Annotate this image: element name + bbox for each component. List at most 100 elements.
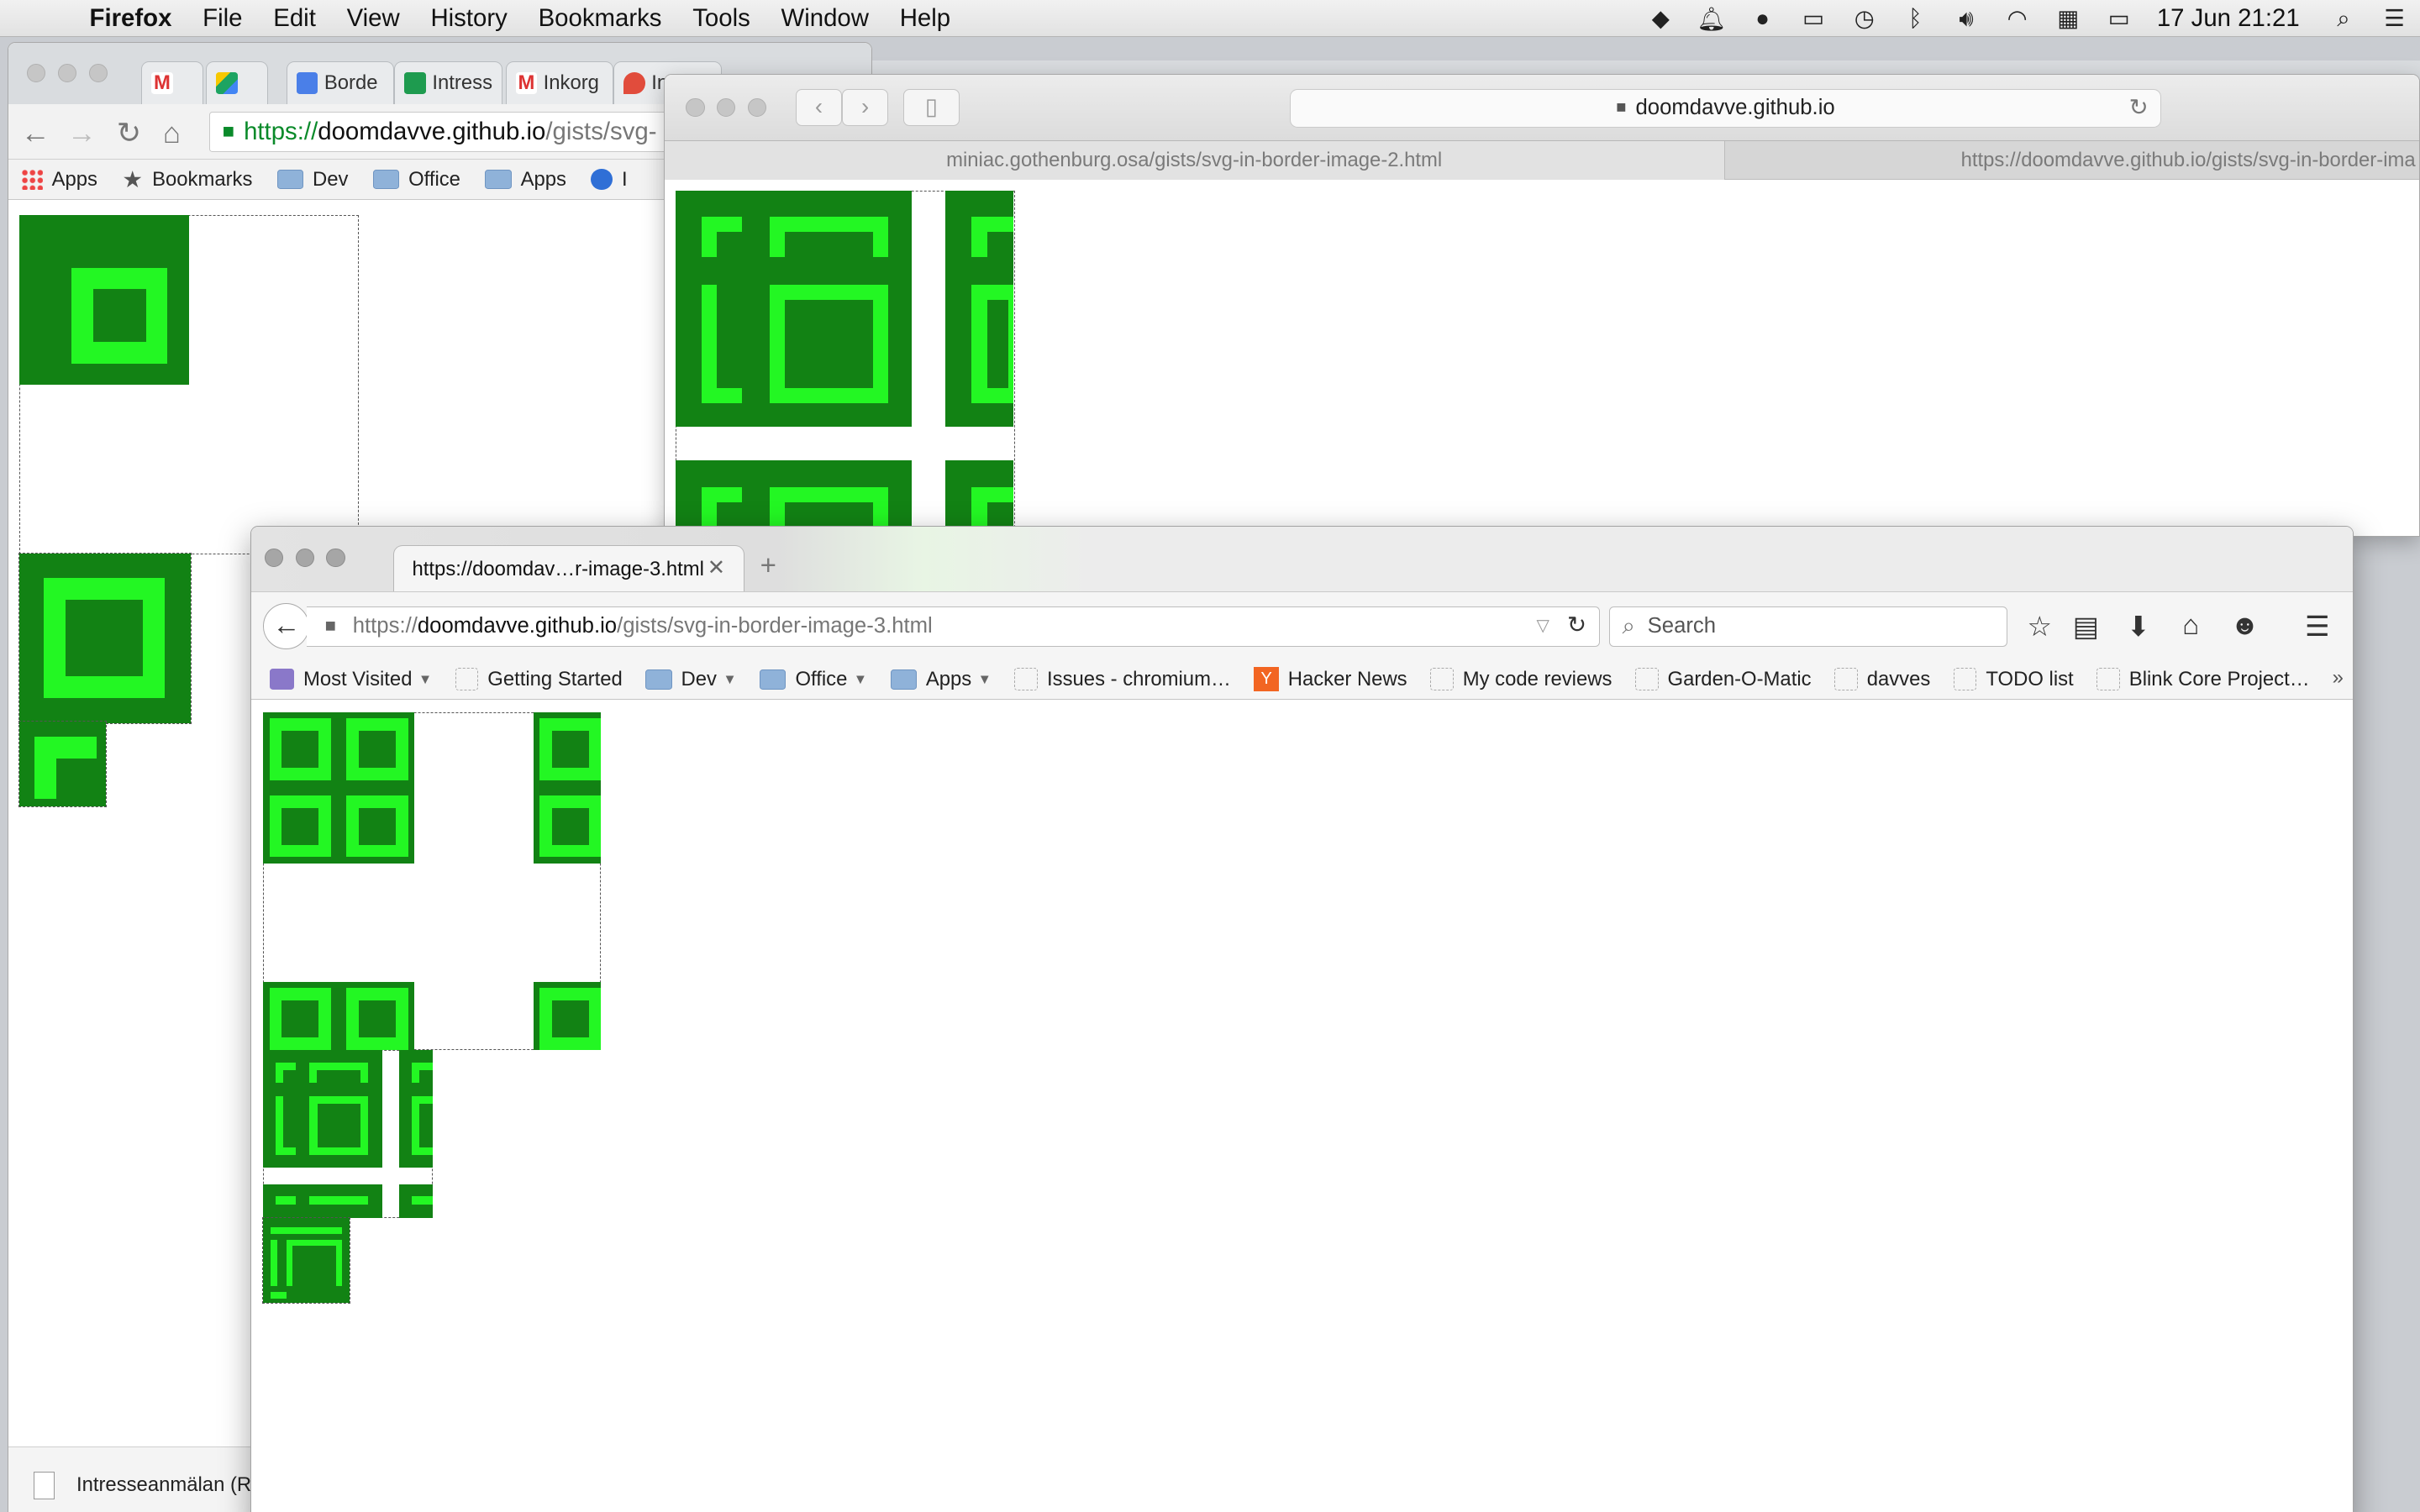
volume-icon[interactable]: 🔊︎	[1941, 0, 1992, 37]
app-menu[interactable]: Firefox	[71, 4, 187, 33]
chevron-down-icon: ▼	[418, 670, 433, 687]
menu-file[interactable]: File	[187, 4, 258, 33]
bookmark-issues-chromium[interactable]: Issues - chromium…	[1014, 668, 1231, 691]
chrome-tab[interactable]: M Inkorg	[505, 60, 614, 105]
dropbox-icon[interactable]: ◆	[1635, 0, 1686, 37]
safari-tab[interactable]: miniac.gothenburg.osa/gists/svg-in-borde…	[664, 141, 1725, 181]
hello-chat-icon[interactable]: ☻	[2227, 610, 2264, 642]
border-image-tile	[533, 711, 602, 864]
close-tab-icon[interactable]: ✕	[708, 555, 726, 580]
bookmarks-overflow-chevron-icon[interactable]: »	[2333, 666, 2344, 690]
firefox-search-field[interactable]: ⌕ Search	[1608, 606, 2007, 647]
firefox-tab[interactable]: https://doomdav…r-image-3.html ✕	[392, 545, 745, 594]
bookmark-most-visited[interactable]: Most Visited ▼	[269, 668, 433, 691]
url-host: doomdavve.github.io	[417, 614, 618, 638]
bookmark-getting-started[interactable]: Getting Started	[455, 668, 623, 691]
bookmark-label: My code reviews	[1462, 667, 1612, 690]
bookmark-folder-dev[interactable]: Dev ▼	[645, 668, 737, 691]
close-button[interactable]	[27, 64, 46, 83]
spotlight-icon[interactable]: ⌕	[2318, 0, 2370, 37]
bookmark-item[interactable]: I	[591, 167, 628, 192]
time-machine-icon[interactable]: ◷	[1839, 0, 1890, 37]
docs-icon	[296, 71, 318, 94]
bookmark-label: Apps	[520, 167, 566, 191]
menu-history[interactable]: History	[415, 4, 523, 33]
window-controls	[265, 549, 345, 568]
border-image-tile	[19, 215, 190, 386]
hamburger-menu-icon[interactable]: ☰	[2299, 610, 2336, 643]
notification-center-icon[interactable]: ☰	[2369, 0, 2420, 37]
lock-icon: ■	[1616, 98, 1627, 118]
safari-tab[interactable]: https://doomdavve.github.io/gists/svg-in…	[1726, 141, 2419, 180]
page-icon	[1430, 667, 1454, 691]
zoom-button[interactable]	[326, 549, 345, 568]
document-icon	[33, 1471, 55, 1499]
reload-icon[interactable]: ↻	[117, 117, 141, 150]
menu-tools[interactable]: Tools	[677, 4, 765, 33]
bookmark-folder-apps[interactable]: Apps	[485, 168, 566, 192]
bookmark-folder-apps[interactable]: Apps ▼	[890, 668, 992, 691]
border-image-tile	[263, 1184, 382, 1219]
battery-icon[interactable]: ▭	[2094, 0, 2145, 37]
bookmark-garden-o-matic[interactable]: Garden-O-Matic	[1634, 667, 1812, 691]
sidebar-toggle-icon[interactable]: ▯	[903, 88, 960, 126]
chrome-tab[interactable]: Borde	[286, 60, 395, 105]
bookmark-label: I	[622, 167, 628, 191]
flag-icon[interactable]: ▦	[2043, 0, 2094, 37]
bookmark-blink-core[interactable]: Blink Core Project…	[2096, 668, 2310, 691]
bookmark-label: Hacker News	[1287, 667, 1407, 690]
menubar-clock[interactable]: 17 Jun 21:21	[2144, 4, 2318, 33]
bookmarks-menu-icon[interactable]: ▤	[2067, 610, 2104, 643]
downloads-icon[interactable]: ⬇	[2120, 610, 2157, 643]
bookmark-my-code-reviews[interactable]: My code reviews	[1430, 668, 1612, 691]
back-arrow-icon[interactable]: ←	[263, 603, 310, 650]
minimize-button[interactable]	[295, 549, 314, 568]
back-button[interactable]: ‹	[795, 88, 842, 126]
notifications-icon[interactable]: 🔔︎	[1686, 0, 1738, 37]
close-button[interactable]	[686, 97, 705, 117]
url-path: /gists/svg-	[545, 118, 657, 146]
bluetooth-icon[interactable]: ᛒ	[1890, 0, 1941, 37]
chrome-tab[interactable]	[206, 60, 268, 105]
firefox-navbar: ← ■ https://doomdavve.github.io/gists/sv…	[250, 591, 2353, 660]
bookmark-todo-list[interactable]: TODO list	[1953, 668, 2074, 691]
firefox-url-bar[interactable]: ■ https://doomdavve.github.io/gists/svg-…	[306, 606, 1600, 647]
bookmark-davves[interactable]: davves	[1834, 668, 1930, 691]
minimize-button[interactable]	[717, 97, 736, 117]
home-icon[interactable]: ⌂	[2172, 610, 2209, 642]
page-icon	[1634, 667, 1659, 691]
hacker-news-icon: Y	[1254, 666, 1279, 692]
menu-help[interactable]: Help	[884, 4, 965, 33]
bookmark-hacker-news[interactable]: Y Hacker News	[1254, 666, 1407, 692]
chrome-tab[interactable]: Intress	[394, 60, 502, 105]
minimize-button[interactable]	[57, 64, 76, 83]
safari-address-field[interactable]: ■ doomdavve.github.io ↻	[1289, 88, 2162, 128]
bookmark-folder-office[interactable]: Office ▼	[760, 668, 867, 691]
history-dropdown-icon[interactable]: ▽	[1536, 615, 1549, 636]
download-item-label[interactable]: Intresseanmälan (Re	[76, 1473, 262, 1497]
zoom-button[interactable]	[88, 64, 108, 83]
menu-bookmarks[interactable]: Bookmarks	[523, 4, 677, 33]
status-circle-icon[interactable]: ●	[1737, 0, 1788, 37]
bookmark-folder-office[interactable]: Office	[372, 168, 460, 192]
bookmark-folder-dev[interactable]: Dev	[276, 168, 348, 192]
reload-icon[interactable]: ↻	[1567, 612, 1586, 638]
bookmark-label: Office	[795, 667, 848, 690]
reload-icon[interactable]: ↻	[2129, 94, 2149, 121]
menu-view[interactable]: View	[331, 4, 415, 33]
bookmark-apps[interactable]: Apps	[20, 168, 97, 192]
close-button[interactable]	[265, 549, 284, 568]
bookmark-star-icon[interactable]: ☆	[2021, 610, 2058, 643]
back-arrow-icon[interactable]: ←	[21, 117, 50, 150]
wifi-icon[interactable]: ◠	[1991, 0, 2043, 37]
bookmark-bookmarks[interactable]: ★ Bookmarks	[122, 166, 252, 193]
airplay-icon[interactable]: ▭	[1788, 0, 1839, 37]
home-icon[interactable]: ⌂	[163, 117, 181, 150]
menu-edit[interactable]: Edit	[258, 4, 331, 33]
menu-window[interactable]: Window	[765, 4, 884, 33]
zoom-button[interactable]	[747, 97, 766, 117]
chrome-tab[interactable]: M	[141, 60, 203, 105]
forward-button[interactable]: ›	[841, 88, 889, 126]
new-tab-icon[interactable]: +	[760, 550, 776, 582]
forward-arrow-icon[interactable]: →	[67, 117, 97, 150]
